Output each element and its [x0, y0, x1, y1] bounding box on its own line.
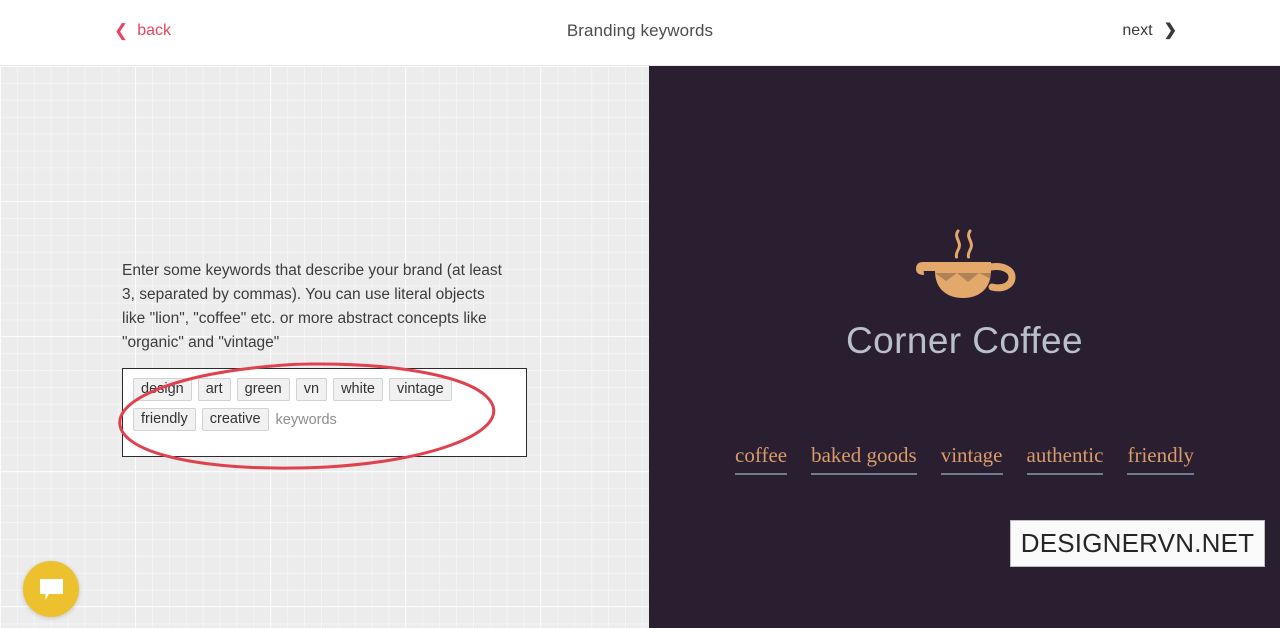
preview-keyword-link[interactable]: vintage	[940, 443, 1003, 476]
chat-bubble-button[interactable]	[23, 561, 79, 617]
keyword-tag[interactable]: vn	[295, 378, 328, 401]
keyword-tag[interactable]: creative	[201, 408, 269, 431]
keywords-input[interactable]: design art green vn white vintage friendly crea…	[122, 368, 527, 457]
brand-name: Corner Coffee	[846, 320, 1083, 361]
keyword-tag[interactable]: green	[236, 378, 290, 401]
next-button[interactable]: next ❯	[1122, 22, 1177, 40]
watermark: DESIGNERVN.NET	[1010, 520, 1265, 567]
keyword-tag[interactable]: friendly	[133, 408, 196, 431]
chat-bubble-icon	[39, 578, 63, 600]
keyword-tag-list: design art green vn white vintage friendly crea…	[133, 378, 516, 431]
keywords-input-placeholder: keywords	[275, 411, 337, 428]
keyword-tag[interactable]: vintage	[388, 378, 452, 401]
preview-keyword-link[interactable]: friendly	[1127, 443, 1194, 476]
watermark-text: DESIGNERVN.NET	[1020, 528, 1255, 558]
preview-keyword-link[interactable]: authentic	[1026, 443, 1104, 476]
preview-keyword-link[interactable]: baked goods	[811, 443, 917, 476]
next-button-label: next	[1122, 22, 1153, 39]
page-title: Branding keywords	[566, 21, 714, 40]
coffee-cup-icon	[915, 229, 1016, 298]
keyword-tag[interactable]: white	[333, 378, 383, 401]
instructions-text: Enter some keywords that describe your b…	[122, 262, 502, 351]
form-panel: Enter some keywords that describe your b…	[0, 66, 649, 628]
chevron-right-icon: ❯	[1163, 22, 1177, 39]
logo-mark	[649, 229, 1280, 301]
keyword-tag[interactable]: design	[133, 378, 192, 401]
preview-keyword-link[interactable]: coffee	[735, 443, 788, 476]
branding-keywords-screen: ❮ back Branding keywords next ❯ Enter so…	[0, 0, 1280, 628]
preview-keyword-list: coffee baked goods vintage authentic friendl…	[649, 443, 1280, 476]
keyword-tag[interactable]: art	[197, 378, 231, 401]
app-header: ❮ back Branding keywords next ❯	[0, 0, 1280, 66]
logo-preview-panel: Corner Coffee coffee baked goods vintage au…	[649, 66, 1280, 628]
